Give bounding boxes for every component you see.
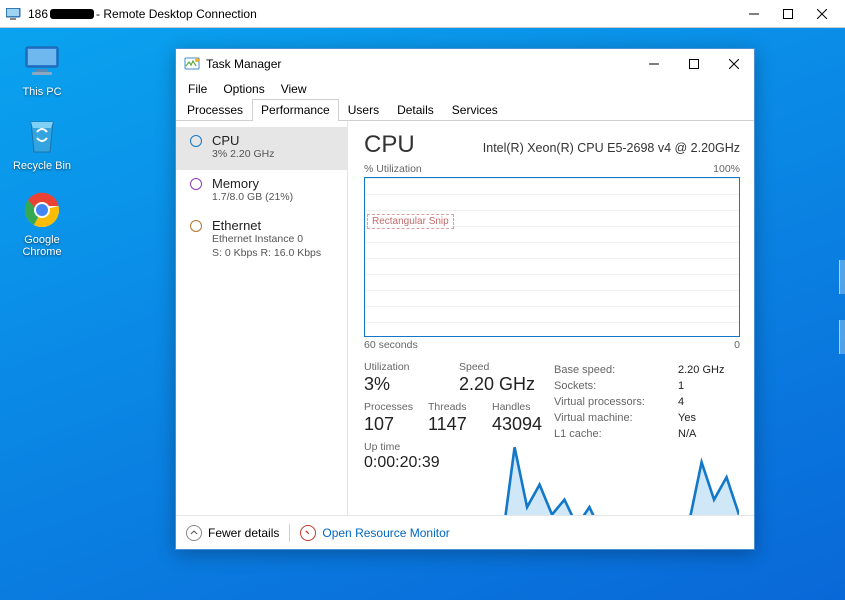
menu-file[interactable]: File (180, 80, 215, 98)
sidebar-item-label: Memory (212, 176, 337, 191)
rdp-maximize-button[interactable] (771, 0, 805, 28)
tab-details[interactable]: Details (388, 99, 443, 121)
main-heading: CPU (364, 131, 415, 159)
tab-performance[interactable]: Performance (252, 99, 339, 121)
rdp-close-button[interactable] (805, 0, 839, 28)
desktop-icon-label: Recycle Bin (6, 160, 78, 172)
cpu-model-name: Intel(R) Xeon(R) CPU E5-2698 v4 @ 2.20GH… (483, 141, 740, 155)
chart-label-top-right: 100% (713, 163, 740, 175)
sidebar-item-sub: S: 0 Kbps R: 16.0 Kbps (212, 247, 337, 261)
sidebar-item-sub: 1.7/8.0 GB (21%) (212, 191, 337, 205)
close-button[interactable] (714, 49, 754, 79)
desktop-icon-chrome[interactable]: Google Chrome (6, 190, 78, 258)
menu-bar: File Options View (176, 79, 754, 99)
open-resource-monitor-link[interactable]: Open Resource Monitor (322, 526, 449, 540)
sidebar: CPU 3% 2.20 GHz Memory 1.7/8.0 GB (21%) … (176, 121, 348, 515)
rdp-ip-prefix: 186 (28, 7, 48, 21)
sidebar-item-memory[interactable]: Memory 1.7/8.0 GB (21%) (176, 170, 347, 213)
chrome-icon (22, 190, 62, 230)
task-manager-window: Task Manager File Options View Processes… (175, 48, 755, 550)
tab-processes[interactable]: Processes (178, 99, 252, 121)
sidebar-item-label: Ethernet (212, 218, 337, 233)
task-manager-titlebar[interactable]: Task Manager (176, 49, 754, 79)
sidebar-item-cpu[interactable]: CPU 3% 2.20 GHz (176, 127, 347, 170)
sidebar-item-ethernet[interactable]: Ethernet Ethernet Instance 0 S: 0 Kbps R… (176, 212, 347, 268)
rdp-title-bar: 186 - Remote Desktop Connection (0, 0, 845, 28)
desktop-icon-this-pc[interactable]: This PC (6, 42, 78, 98)
rdp-icon (6, 8, 22, 20)
desktop-icon-recycle-bin[interactable]: Recycle Bin (6, 116, 78, 172)
sidebar-item-label: CPU (212, 133, 337, 148)
chart-label-top-left: % Utilization (364, 163, 422, 175)
rdp-minimize-button[interactable] (737, 0, 771, 28)
ethernet-dot-icon (190, 220, 202, 232)
menu-view[interactable]: View (273, 80, 315, 98)
task-manager-title: Task Manager (206, 57, 281, 71)
cpu-utilization-chart[interactable]: Rectangular Snip (364, 177, 740, 337)
menu-options[interactable]: Options (215, 80, 272, 98)
cpu-dot-icon (190, 135, 202, 147)
tab-bar: Processes Performance Users Details Serv… (176, 99, 754, 121)
maximize-button[interactable] (674, 49, 714, 79)
desktop-icon-label: Google Chrome (6, 234, 78, 258)
tab-services[interactable]: Services (443, 99, 507, 121)
tab-users[interactable]: Users (339, 99, 388, 121)
fewer-details-link[interactable]: Fewer details (208, 526, 279, 540)
resource-monitor-icon (297, 521, 320, 544)
rdp-title-suffix: - Remote Desktop Connection (96, 7, 257, 21)
task-manager-icon (184, 56, 200, 72)
desktop-icon-label: This PC (6, 86, 78, 98)
chevron-up-icon[interactable] (186, 525, 202, 541)
recycle-bin-icon (22, 116, 62, 156)
desktop[interactable]: This PC Recycle Bin Google Chrome Task M… (0, 28, 845, 600)
memory-dot-icon (190, 178, 202, 190)
task-manager-footer: Fewer details Open Resource Monitor (176, 515, 754, 549)
monitor-icon (22, 42, 62, 82)
sidebar-item-sub: Ethernet Instance 0 (212, 233, 337, 247)
background-window-edge (839, 260, 845, 294)
minimize-button[interactable] (634, 49, 674, 79)
sidebar-item-sub: 3% 2.20 GHz (212, 148, 337, 162)
redacted-ip (50, 9, 94, 19)
main-panel: CPU Intel(R) Xeon(R) CPU E5-2698 v4 @ 2.… (348, 121, 754, 515)
background-window-edge (839, 320, 845, 354)
divider (289, 524, 290, 542)
